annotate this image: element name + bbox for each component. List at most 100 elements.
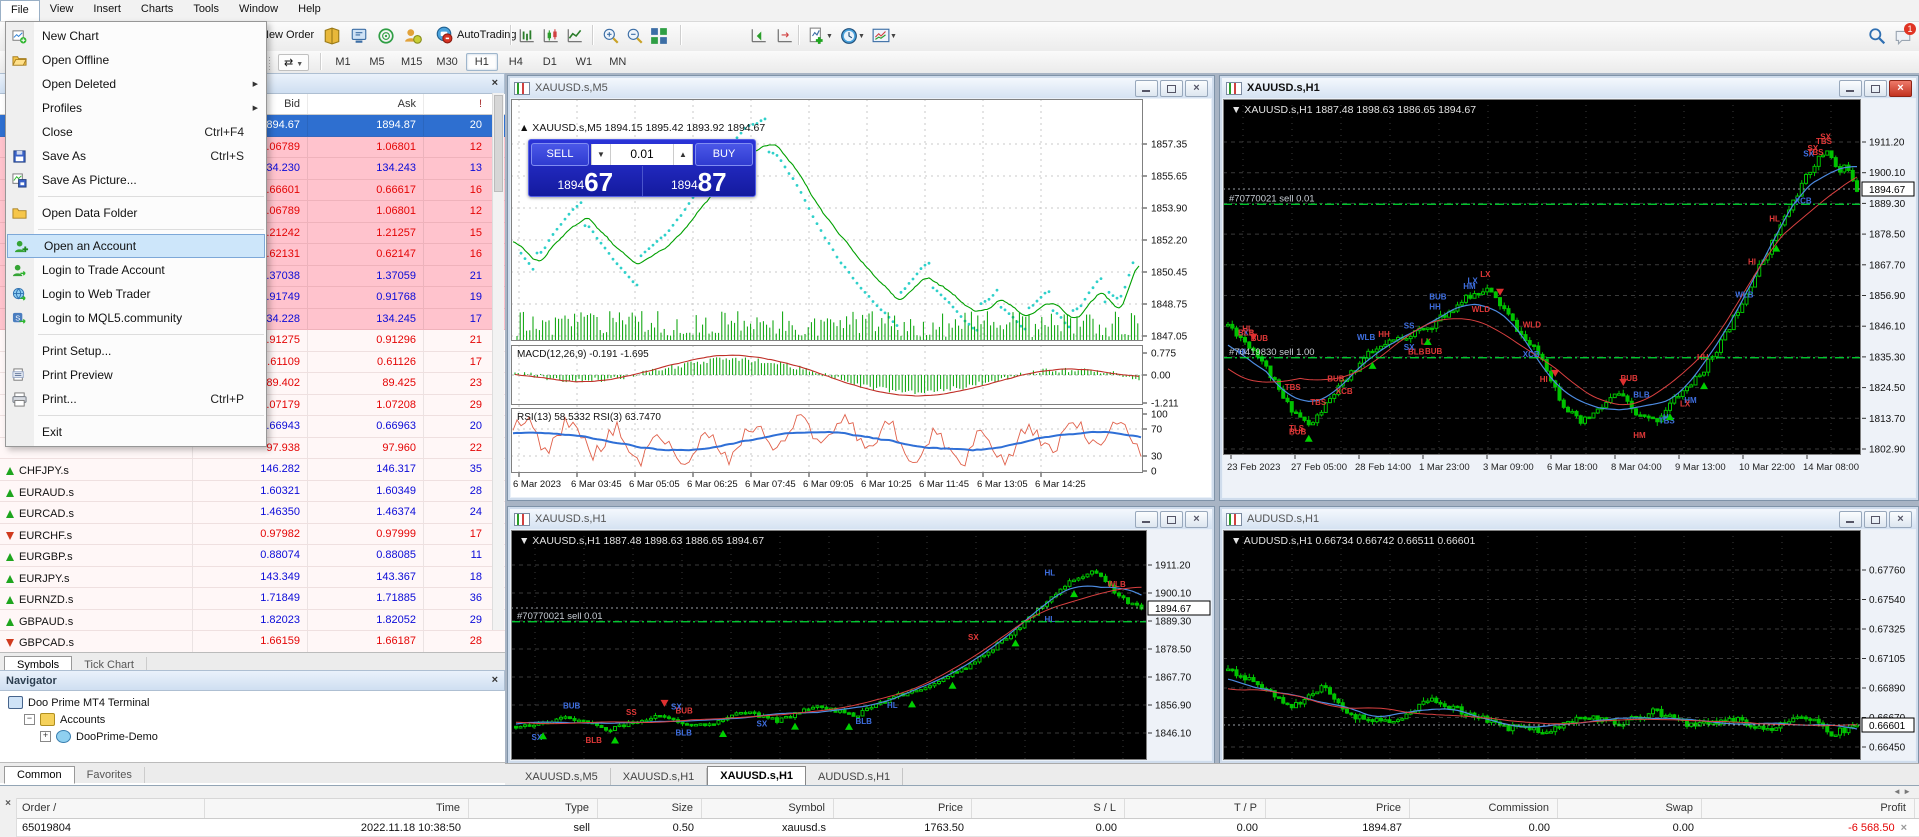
navigator-tree-item[interactable]: +DooPrime-Demo — [0, 728, 505, 745]
terminal-column-header[interactable]: Price — [834, 799, 972, 818]
h1-chart-area[interactable]: 1911.201900.101889.301878.501867.701856.… — [1223, 99, 1915, 497]
file-menu-item-exit[interactable]: Exit — [6, 420, 266, 444]
h1-small-chart-canvas[interactable]: 1911.201900.101889.301878.501867.701856.… — [511, 530, 1211, 760]
chart-window-xauusd-m5[interactable]: XAUUSD.s,M5 × SELL ▼ 0.01 ▲ — [507, 75, 1215, 501]
market-watch-row[interactable]: GBPAUD.s1.820231.8205229 — [0, 610, 505, 632]
collapse-icon[interactable]: − — [24, 714, 35, 725]
file-menu-item-print-preview[interactable]: Print Preview — [6, 363, 266, 387]
accounts-icon[interactable] — [404, 27, 422, 45]
history-center-icon[interactable] — [323, 27, 341, 45]
indicators-add-icon[interactable] — [808, 27, 826, 45]
terminal-column-header[interactable]: Price — [1266, 799, 1410, 818]
menubar-item-charts[interactable]: Charts — [131, 0, 183, 21]
terminal-column-header[interactable]: Symbol — [702, 799, 834, 818]
file-menu-item-login-to-mql5-community[interactable]: SLogin to MQL5.community — [6, 306, 266, 330]
expert-advisor-icon[interactable] — [350, 27, 368, 45]
restore-button[interactable] — [1864, 80, 1887, 97]
terminal-column-header[interactable]: S / L — [972, 799, 1125, 818]
close-button[interactable]: × — [1185, 80, 1208, 97]
market-watch-row[interactable]: CHFJPY.s146.282146.31735 — [0, 459, 505, 481]
file-menu-item-open-data-folder[interactable]: Open Data Folder — [6, 201, 266, 225]
zoom-in-icon[interactable] — [602, 27, 620, 45]
window-titlebar[interactable]: XAUUSD.s,H1 × — [510, 509, 1212, 529]
auto-scroll-icon[interactable] — [776, 27, 794, 45]
bar-chart-icon[interactable] — [518, 27, 536, 45]
close-icon[interactable]: × — [492, 78, 498, 89]
file-menu-item-save-as[interactable]: Save AsCtrl+S — [6, 144, 266, 168]
dropdown-arrow-icon[interactable]: ▼ — [890, 33, 897, 40]
terminal-column-header[interactable]: Swap — [1558, 799, 1702, 818]
file-menu-item-new-chart[interactable]: New Chart — [6, 24, 266, 48]
zoom-out-icon[interactable] — [626, 27, 644, 45]
minimize-button[interactable] — [1839, 511, 1862, 528]
close-button[interactable]: × — [1889, 80, 1912, 97]
file-menu-item-open-offline[interactable]: Open Offline — [6, 48, 266, 72]
audusd-chart-area[interactable]: 0.677600.675400.673250.671050.668900.666… — [1223, 530, 1915, 760]
chart-window-xauusd-h1-small[interactable]: XAUUSD.s,H1 × 1911.201900.101889.301878.… — [507, 506, 1215, 764]
window-titlebar[interactable]: AUDUSD.s,H1 × — [1222, 509, 1916, 529]
market-watch-row[interactable]: EURNZD.s1.718491.7188536 — [0, 588, 505, 610]
menubar-item-tools[interactable]: Tools — [183, 0, 229, 21]
chart-tab[interactable]: XAUUSD.s,M5 — [513, 768, 611, 786]
m5-chart-area[interactable]: SELL ▼ 0.01 ▲ BUY 1894 67 — [511, 99, 1211, 497]
timeframe-button-m1[interactable]: M1 — [327, 53, 359, 71]
sell-button[interactable]: SELL — [531, 143, 589, 166]
tab-common[interactable]: Common — [4, 766, 75, 784]
menubar-item-file[interactable]: File — [0, 0, 40, 21]
timeframe-button-m30[interactable]: M30 — [430, 53, 463, 71]
market-watch-row[interactable]: EURAUD.s1.603211.6034928 — [0, 481, 505, 503]
dropdown-arrow-icon[interactable]: ▼ — [826, 33, 833, 40]
templates-icon[interactable] — [872, 27, 890, 45]
chart-window-xauusd-h1-active[interactable]: XAUUSD.s,H1 × 1911.201900.101889.301878.… — [1219, 75, 1919, 501]
menubar-item-view[interactable]: View — [40, 0, 84, 21]
market-watch-row[interactable]: EURJPY.s143.349143.36718 — [0, 567, 505, 589]
audusd-chart-canvas[interactable]: 0.677600.675400.673250.671050.668900.666… — [1223, 530, 1915, 760]
file-menu-item-save-as-picture-[interactable]: Save As Picture... — [6, 168, 266, 192]
lot-size-field[interactable]: 0.01 — [611, 144, 673, 165]
buy-button[interactable]: BUY — [695, 143, 753, 166]
candlestick-icon[interactable] — [542, 27, 560, 45]
minimize-button[interactable] — [1135, 80, 1158, 97]
market-watch-row[interactable]: EURCHF.s0.979820.9799917 — [0, 524, 505, 546]
chart-tab[interactable]: AUDUSD.s,H1 — [806, 768, 903, 786]
restore-button[interactable] — [1864, 511, 1887, 528]
symbol-switch-button[interactable]: ⇄ ▼ — [278, 54, 309, 71]
market-watch-row[interactable]: GBPCAD.s1.661591.6618728 — [0, 631, 505, 652]
timeframe-button-mn[interactable]: MN — [602, 53, 634, 71]
terminal-column-header[interactable]: Profit — [1702, 799, 1915, 818]
market-watch-row[interactable]: EURGBP.s0.880740.8808511 — [0, 545, 505, 567]
terminal-column-header[interactable]: Type — [469, 799, 598, 818]
timeframe-button-h4[interactable]: H4 — [500, 53, 532, 71]
timeframe-button-h1[interactable]: H1 — [466, 53, 498, 71]
timeframe-button-m15[interactable]: M15 — [395, 53, 428, 71]
column-header-spread[interactable]: ! — [424, 94, 488, 114]
close-button[interactable]: × — [1185, 511, 1208, 528]
timeframe-button-w1[interactable]: W1 — [568, 53, 600, 71]
chat-icon[interactable]: 1 — [1894, 28, 1912, 46]
navigator-tree-item[interactable]: −Accounts — [0, 711, 505, 728]
dropdown-arrow-icon[interactable]: ▼ — [858, 33, 865, 40]
scrollbar[interactable] — [492, 93, 504, 630]
restore-button[interactable] — [1160, 511, 1183, 528]
navigator-tree-item[interactable]: Doo Prime MT4 Terminal — [0, 694, 505, 711]
close-order-icon[interactable]: × — [1901, 822, 1907, 834]
column-header-ask[interactable]: Ask — [308, 94, 424, 114]
file-menu-item-print-[interactable]: Print...Ctrl+P — [6, 387, 266, 411]
h1-chart-canvas[interactable]: 1911.201900.101889.301878.501867.701856.… — [1223, 99, 1915, 497]
chart-tab[interactable]: XAUUSD.s,H1 — [707, 766, 806, 786]
chart-shift-icon[interactable] — [750, 27, 768, 45]
buy-price[interactable]: 1894 87 — [643, 166, 756, 196]
lot-increase-icon[interactable]: ▲ — [673, 144, 693, 165]
search-icon[interactable] — [1868, 27, 1886, 45]
file-menu-item-profiles[interactable]: Profiles▶ — [6, 96, 266, 120]
scrollbar-thumb[interactable] — [494, 95, 503, 192]
file-menu-item-login-to-web-trader[interactable]: Login to Web Trader — [6, 282, 266, 306]
file-menu-item-close[interactable]: CloseCtrl+F4 — [6, 120, 266, 144]
market-watch-row[interactable]: EURCAD.s1.463501.4637424 — [0, 502, 505, 524]
order-row[interactable]: 650198042022.11.18 10:38:50sell0.50xauus… — [0, 819, 1919, 836]
minimize-button[interactable] — [1135, 511, 1158, 528]
lot-decrease-icon[interactable]: ▼ — [591, 144, 611, 165]
periods-icon[interactable] — [840, 27, 858, 45]
terminal-column-header[interactable]: Commission — [1410, 799, 1558, 818]
sell-price[interactable]: 1894 67 — [529, 166, 643, 196]
